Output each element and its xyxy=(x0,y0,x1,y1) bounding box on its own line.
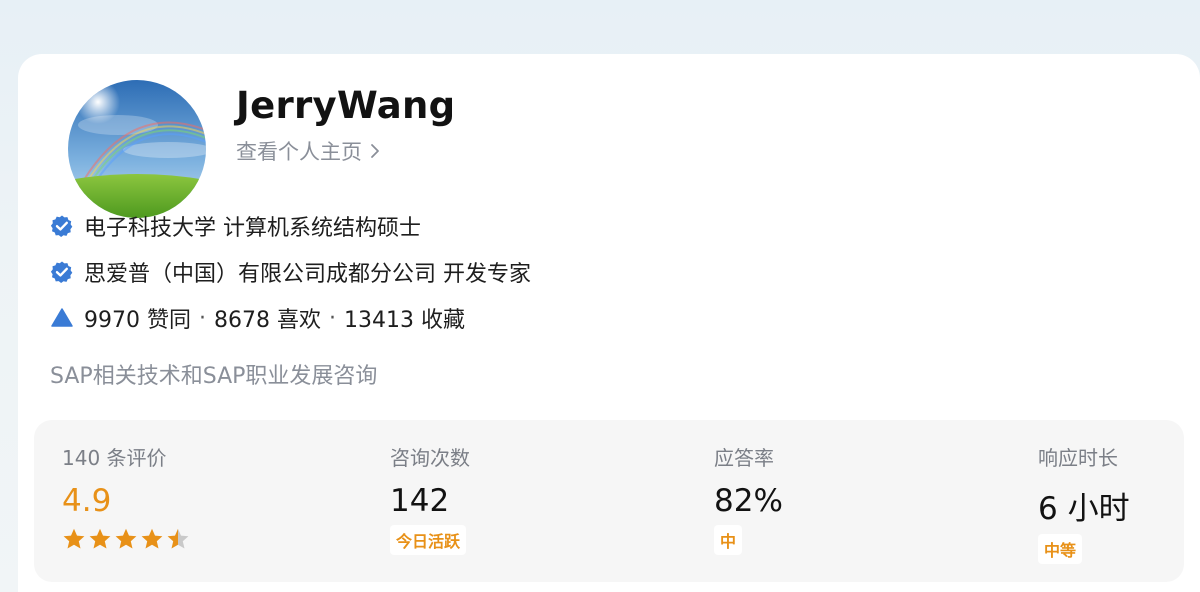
avatar-image xyxy=(68,80,206,218)
education-credential: 电子科技大学 计算机系统结构硕士 xyxy=(50,210,421,242)
answer-rate-label: 应答率 xyxy=(714,446,774,470)
view-profile-label: 查看个人主页 xyxy=(236,140,362,164)
separator-dot: · xyxy=(198,305,206,331)
star-icon xyxy=(63,528,85,549)
stat-response-time: 响应时长 6 小时 中等 xyxy=(1038,442,1130,564)
activity-badge: 今日活跃 xyxy=(390,525,467,555)
achievements-row: 9970 赞同 · 8678 喜欢 · 13413 收藏 xyxy=(50,302,465,334)
stat-reviews[interactable]: 140 条评价 4.9 xyxy=(62,442,192,551)
star-icon xyxy=(141,528,163,549)
chevron-right-icon xyxy=(371,144,379,158)
user-name: JerryWang xyxy=(236,84,456,127)
favorites-count: 13413 收藏 xyxy=(343,308,465,333)
verified-badge-icon xyxy=(50,215,73,237)
stats-panel: 140 条评价 4.9 咨询次数 142 今日活跃 应答率 82% 中 响应时长… xyxy=(34,420,1184,582)
verified-badge-icon xyxy=(50,261,73,283)
triangle-up-icon xyxy=(51,308,73,327)
consult-description: SAP相关技术和SAP职业发展咨询 xyxy=(50,364,378,389)
rating-value: 4.9 xyxy=(62,483,112,519)
education-text: 电子科技大学 计算机系统结构硕士 xyxy=(84,216,421,241)
response-time-value: 6 小时 xyxy=(1038,491,1130,527)
answer-rate-badge: 中 xyxy=(714,525,743,555)
avatar[interactable] xyxy=(62,74,212,224)
answer-rate-value: 82% xyxy=(714,483,783,519)
response-time-label: 响应时长 xyxy=(1038,446,1118,470)
separator-dot: · xyxy=(328,305,336,331)
response-time-badge: 中等 xyxy=(1038,534,1083,564)
star-icon xyxy=(89,528,111,549)
consults-label: 咨询次数 xyxy=(390,446,470,470)
stat-answer-rate: 应答率 82% 中 xyxy=(714,442,783,555)
work-credential: 思爱普（中国）有限公司成都分公司 开发专家 xyxy=(50,256,531,288)
expert-profile-card: JerryWang 查看个人主页 电子科技大学 计算机系统结构硕士 思爱普（中国… xyxy=(18,54,1200,592)
star-rating xyxy=(62,527,192,551)
star-icon xyxy=(167,528,189,549)
upvotes-count: 9970 赞同 xyxy=(84,308,191,333)
stat-consults: 咨询次数 142 今日活跃 xyxy=(390,442,470,555)
reviews-label: 140 条评价 xyxy=(62,446,167,470)
star-icon xyxy=(115,528,137,549)
work-text: 思爱普（中国）有限公司成都分公司 开发专家 xyxy=(84,262,531,287)
likes-count: 8678 喜欢 xyxy=(213,308,321,333)
view-profile-link[interactable]: 查看个人主页 xyxy=(236,136,380,166)
consults-value: 142 xyxy=(390,483,450,519)
